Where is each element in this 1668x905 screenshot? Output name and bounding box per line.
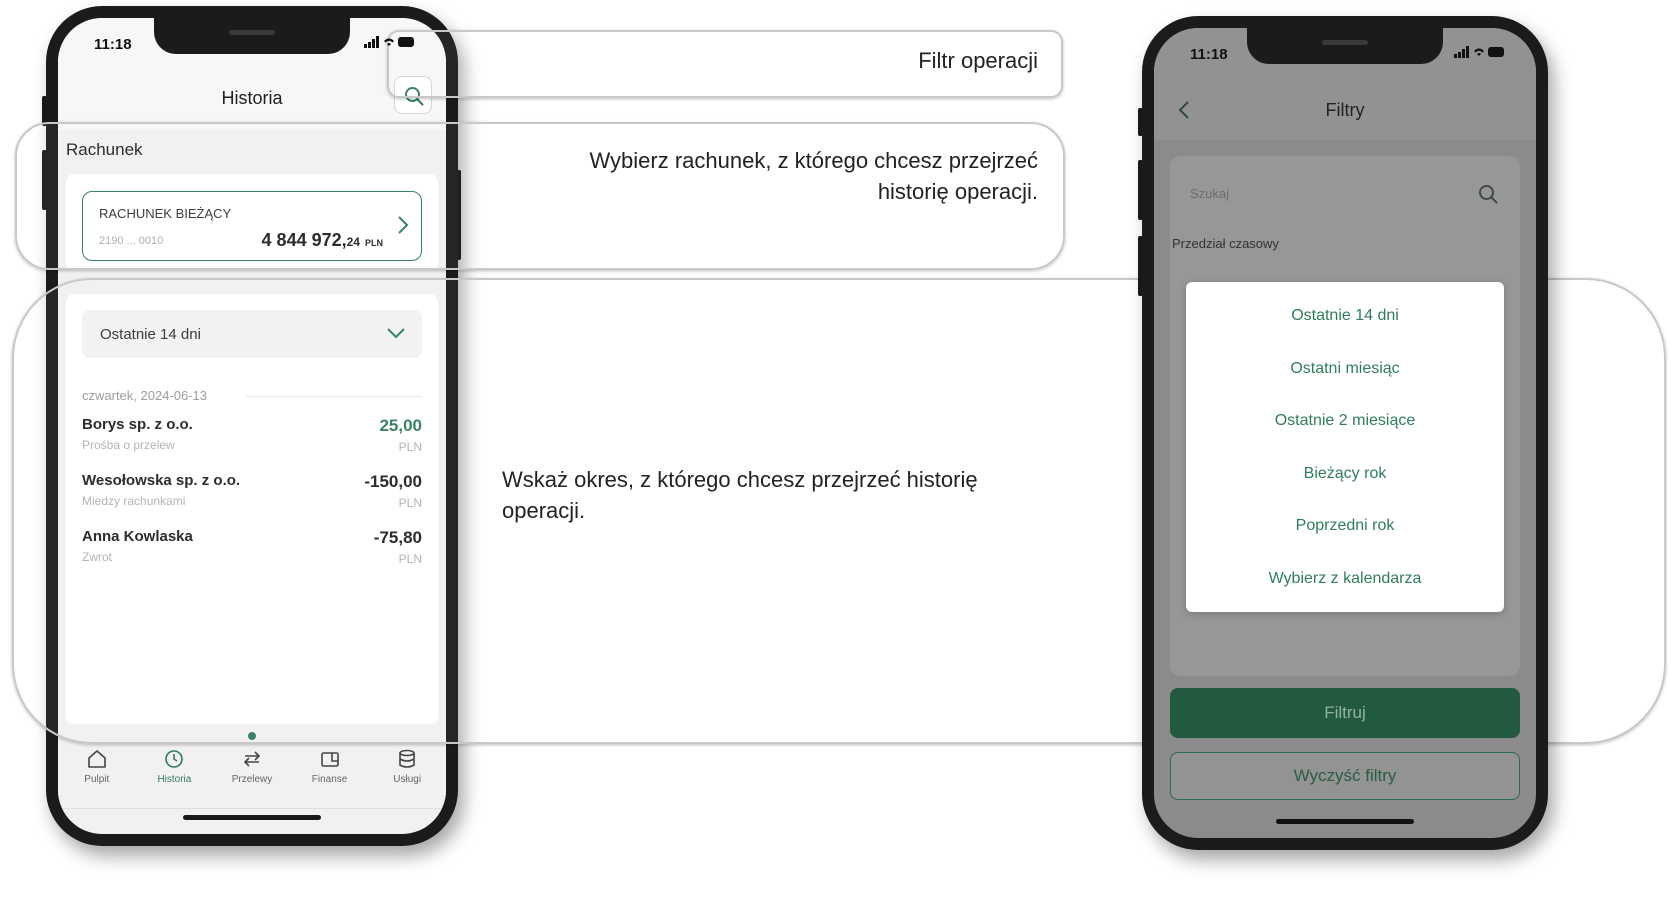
nav-item-uslugi[interactable]: Usługi bbox=[368, 740, 446, 800]
transfer-icon bbox=[243, 751, 261, 767]
nav-item-historia[interactable]: Historia bbox=[136, 740, 214, 800]
option-previous-year[interactable]: Poprzedni rok bbox=[1186, 500, 1504, 553]
nav-label: Usługi bbox=[393, 774, 422, 785]
annotation-period: Wskaż okres, z którego chcesz przejrzeć … bbox=[502, 467, 978, 523]
filters-screen: 11:18 Filtry Szukaj Przedział czasowy Os… bbox=[1154, 28, 1536, 838]
bottom-navigation: Pulpit Historia Przelewy Finanse Usługi bbox=[58, 740, 446, 800]
option-current-year[interactable]: Bieżący rok bbox=[1186, 448, 1504, 501]
nav-label: Historia bbox=[157, 774, 192, 785]
filter-button[interactable]: Filtruj bbox=[1170, 688, 1520, 738]
wallet-icon bbox=[320, 752, 339, 767]
nav-divider bbox=[58, 808, 446, 809]
search-input[interactable]: Szukaj bbox=[1186, 178, 1504, 212]
page-title: Filtry bbox=[1325, 100, 1365, 120]
search-icon bbox=[1479, 185, 1498, 204]
database-icon bbox=[399, 749, 415, 768]
nav-item-przelewy[interactable]: Przelewy bbox=[213, 740, 291, 800]
history-icon bbox=[165, 750, 184, 768]
time-range-label: Przedział czasowy bbox=[1172, 236, 1279, 251]
home-indicator bbox=[183, 815, 321, 820]
clear-filters-button[interactable]: Wyczyść filtry bbox=[1170, 752, 1520, 800]
signal-wifi-battery-icon bbox=[364, 36, 414, 48]
annotation-filter: Filtr operacji bbox=[918, 48, 1038, 73]
option-choose-calendar[interactable]: Wybierz z kalendarza bbox=[1186, 553, 1504, 606]
status-time: 11:18 bbox=[94, 36, 132, 53]
nav-item-pulpit[interactable]: Pulpit bbox=[58, 740, 136, 800]
home-icon bbox=[87, 750, 106, 768]
nav-label: Finanse bbox=[311, 774, 348, 785]
status-icons bbox=[1454, 46, 1506, 61]
status-time: 11:18 bbox=[1190, 46, 1228, 63]
period-options-list: Ostatnie 14 dni Ostatni miesiąc Ostatnie… bbox=[1186, 282, 1504, 612]
phone-notch bbox=[1247, 28, 1443, 64]
search-placeholder: Szukaj bbox=[1190, 186, 1230, 201]
signal-wifi-battery-icon bbox=[1454, 46, 1504, 58]
nav-label: Pulpit bbox=[84, 774, 110, 785]
status-icons bbox=[364, 36, 416, 51]
nav-label: Przelewy bbox=[231, 774, 273, 785]
phone-filters: 11:18 Filtry Szukaj Przedział czasowy Os… bbox=[1142, 16, 1548, 850]
phone-notch bbox=[154, 18, 350, 54]
home-indicator bbox=[1276, 819, 1414, 824]
option-last-2-months[interactable]: Ostatnie 2 miesiące bbox=[1186, 395, 1504, 448]
option-last-month[interactable]: Ostatni miesiąc bbox=[1186, 343, 1504, 396]
option-last-14-days[interactable]: Ostatnie 14 dni bbox=[1186, 290, 1504, 343]
annotation-account: Wybierz rachunek, z którego chcesz przej… bbox=[589, 148, 1038, 204]
nav-item-finanse[interactable]: Finanse bbox=[291, 740, 369, 800]
